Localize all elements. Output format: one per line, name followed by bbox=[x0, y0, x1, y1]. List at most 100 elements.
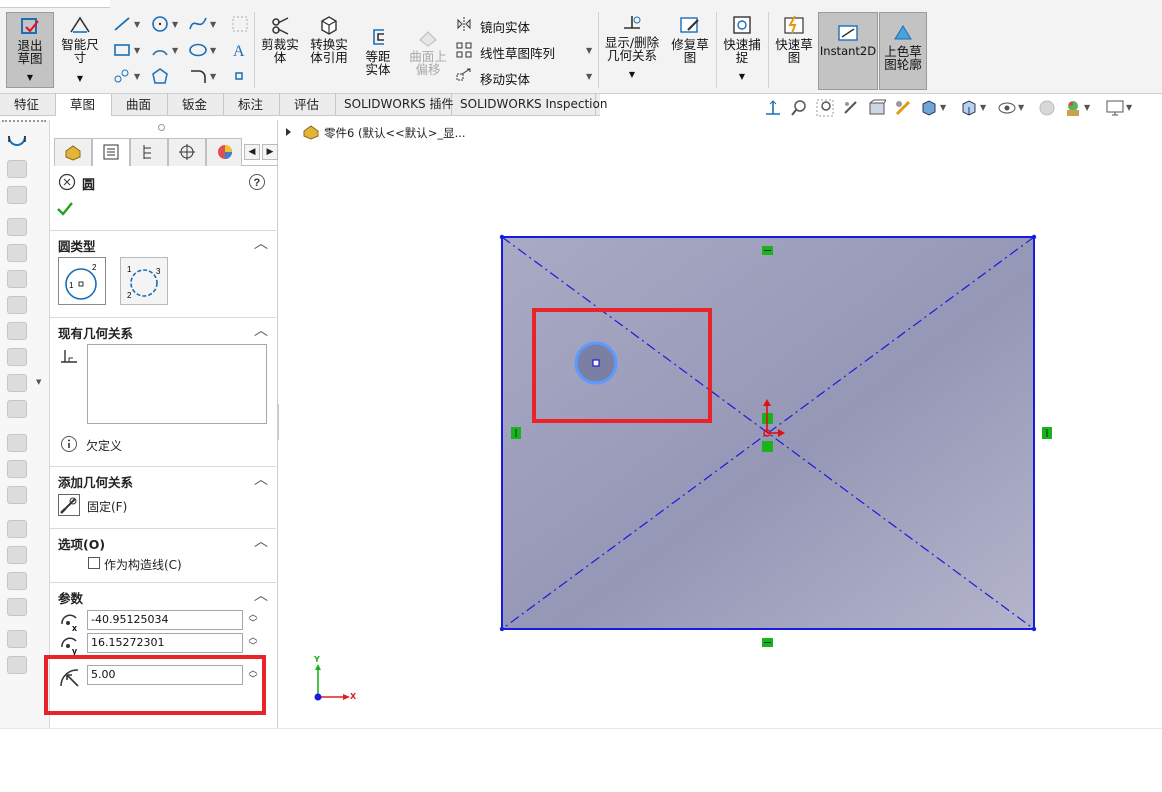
smart-dimension-button[interactable]: 智能尺寸 ▼ bbox=[58, 14, 102, 90]
tab-surfaces[interactable]: 曲面 bbox=[112, 94, 168, 116]
extrude-icon[interactable] bbox=[7, 160, 27, 178]
chamfer-icon[interactable] bbox=[7, 322, 27, 340]
chevron-down-icon[interactable]: ▼ bbox=[36, 378, 41, 386]
zoom-to-fit-icon[interactable] bbox=[790, 99, 808, 117]
convert-entities-button[interactable]: 转换实体引用 bbox=[306, 14, 352, 90]
section-view-icon[interactable] bbox=[868, 99, 886, 117]
collapse-chevron-icon[interactable]: ︿ bbox=[254, 320, 268, 340]
ok-checkmark-icon[interactable] bbox=[56, 201, 74, 217]
intersect-icon[interactable] bbox=[7, 656, 27, 674]
chevron-down-icon[interactable]: ▼ bbox=[980, 103, 986, 112]
polygon-tool[interactable] bbox=[150, 67, 170, 85]
center-x-spinner[interactable]: ︿ ﹀ bbox=[248, 611, 258, 629]
chevron-down-icon[interactable]: ▼ bbox=[134, 20, 140, 29]
point-tool[interactable] bbox=[232, 70, 246, 82]
circle-tool[interactable]: ▼ bbox=[150, 15, 178, 33]
section-add-relations[interactable]: 添加几何关系 ︿ bbox=[50, 466, 276, 490]
collapse-chevron-icon[interactable]: ︿ bbox=[254, 469, 268, 489]
mirror-entities-button[interactable]: 镜向实体 bbox=[480, 17, 530, 36]
view-orientation-icon[interactable] bbox=[764, 99, 782, 117]
fix-relation-button[interactable] bbox=[58, 494, 80, 516]
wrap-icon[interactable] bbox=[7, 630, 27, 648]
tree-expand-arrow-icon[interactable] bbox=[284, 127, 294, 137]
section-circle-type[interactable]: 圆类型 ︿ bbox=[50, 230, 276, 254]
chevron-down-icon[interactable]: ▼ bbox=[1126, 103, 1132, 112]
reference-geometry-icon[interactable] bbox=[7, 520, 27, 538]
tab-property-manager[interactable] bbox=[92, 138, 130, 166]
graphics-area[interactable] bbox=[279, 120, 1162, 728]
help-icon[interactable]: ? bbox=[248, 173, 266, 191]
tab-solidworks-inspection[interactable]: SOLIDWORKS Inspection bbox=[452, 94, 607, 116]
center-circle-option[interactable]: 12 bbox=[58, 257, 106, 305]
line-tool[interactable]: ▼ bbox=[112, 15, 140, 33]
tab-sketch[interactable]: 草图 bbox=[56, 94, 112, 116]
shaded-contours-button[interactable]: 上色草图轮廓 bbox=[879, 12, 927, 90]
chevron-down-icon[interactable]: ▼ bbox=[586, 46, 592, 55]
existing-relations-list[interactable] bbox=[87, 344, 267, 424]
construction-label[interactable]: 作为构造线(C) bbox=[104, 556, 182, 573]
chevron-down-icon[interactable]: ▼ bbox=[172, 20, 178, 29]
tab-configuration-manager[interactable] bbox=[130, 138, 168, 166]
instant3d-icon[interactable] bbox=[7, 572, 27, 590]
offset-entities-button[interactable]: 等距实体 bbox=[356, 26, 400, 102]
fillet-feature-icon[interactable] bbox=[7, 296, 27, 314]
display-style-icon[interactable] bbox=[920, 99, 938, 117]
collapse-chevron-icon[interactable]: ︿ bbox=[254, 233, 268, 253]
curves-icon[interactable] bbox=[7, 546, 27, 564]
construction-checkbox[interactable] bbox=[88, 557, 100, 569]
slot-tool[interactable]: ▼ bbox=[112, 67, 140, 85]
text-tool[interactable]: A bbox=[230, 41, 250, 59]
linear-pattern-button[interactable]: 线性草图阵列 bbox=[480, 43, 555, 62]
hole-wizard-icon[interactable] bbox=[7, 434, 27, 452]
exit-sketch-button[interactable]: 退出草图 ▼ bbox=[6, 12, 54, 88]
linear-pattern-feature-icon[interactable] bbox=[7, 460, 27, 478]
view-cube-icon[interactable] bbox=[960, 99, 978, 117]
offset-on-surface-button[interactable]: 曲面上偏移 bbox=[406, 26, 450, 102]
fix-relation-label[interactable]: 固定(F) bbox=[87, 498, 127, 515]
collapse-chevron-icon[interactable]: ︿ bbox=[254, 531, 268, 551]
perimeter-circle-option[interactable]: 1 3 2 bbox=[120, 257, 168, 305]
sketch-mode-icon[interactable] bbox=[6, 132, 28, 152]
rapid-sketch-button[interactable]: 快速草图 bbox=[772, 14, 816, 90]
sweep-icon[interactable] bbox=[7, 218, 27, 236]
chevron-down-icon[interactable]: ▼ bbox=[172, 46, 178, 55]
mirror-feature-icon[interactable] bbox=[7, 486, 27, 504]
tab-annotation[interactable]: 标注 bbox=[224, 94, 280, 116]
collapse-chevron-icon[interactable]: ︿ bbox=[254, 585, 268, 605]
feature-tree-part-name[interactable]: 零件6 (默认<<默认>_显... bbox=[324, 125, 466, 141]
chevron-down-icon[interactable]: ▼ bbox=[210, 72, 216, 81]
boundary-icon[interactable] bbox=[7, 270, 27, 288]
chevron-down-icon[interactable]: ▼ bbox=[940, 103, 946, 112]
tab-scroll-left[interactable]: ◀ bbox=[244, 144, 260, 160]
repair-sketch-button[interactable]: 修复草图 bbox=[668, 14, 712, 90]
chevron-down-icon[interactable]: ▼ bbox=[1018, 103, 1024, 112]
section-options[interactable]: 选项(O) ︿ bbox=[50, 528, 276, 552]
section-existing-relations[interactable]: 现有几何关系 ︿ bbox=[50, 317, 276, 341]
tab-feature-manager[interactable] bbox=[54, 138, 92, 166]
chevron-down-icon[interactable]: ▼ bbox=[1084, 103, 1090, 112]
tab-evaluate[interactable]: 评估 bbox=[280, 94, 336, 116]
tab-display-manager[interactable] bbox=[206, 138, 242, 166]
trim-entities-button[interactable]: 剪裁实体 bbox=[258, 14, 302, 90]
rib-icon[interactable] bbox=[7, 348, 27, 366]
move-entities-button[interactable]: 移动实体 bbox=[480, 69, 530, 88]
spline-tool[interactable]: ▼ bbox=[188, 15, 216, 33]
rectangle-tool[interactable]: ▼ bbox=[112, 41, 140, 59]
chevron-down-icon[interactable]: ▼ bbox=[134, 72, 140, 81]
tab-scroll-right[interactable]: ▶ bbox=[262, 144, 278, 160]
chevron-down-icon[interactable]: ▼ bbox=[210, 20, 216, 29]
center-y-input[interactable]: 16.15272301 bbox=[87, 633, 243, 653]
loft-icon[interactable] bbox=[7, 244, 27, 262]
chevron-down-icon[interactable]: ▼ bbox=[210, 46, 216, 55]
tab-sheet-metal[interactable]: 钣金 bbox=[168, 94, 224, 116]
view-settings-icon[interactable] bbox=[1106, 99, 1124, 117]
apply-scene-icon[interactable] bbox=[1064, 99, 1082, 117]
quick-snaps-button[interactable]: 快速捕捉 ▼ bbox=[720, 14, 764, 90]
dynamic-annotation-icon[interactable] bbox=[894, 99, 912, 117]
draft-icon[interactable] bbox=[7, 400, 27, 418]
previous-view-icon[interactable] bbox=[842, 99, 860, 117]
arc-tool[interactable]: ▼ bbox=[150, 41, 178, 59]
tab-solidworks-addins[interactable]: SOLIDWORKS 插件 bbox=[336, 94, 453, 116]
fillet-tool[interactable]: ▼ bbox=[188, 67, 216, 85]
edit-appearance-icon[interactable] bbox=[1038, 99, 1056, 117]
